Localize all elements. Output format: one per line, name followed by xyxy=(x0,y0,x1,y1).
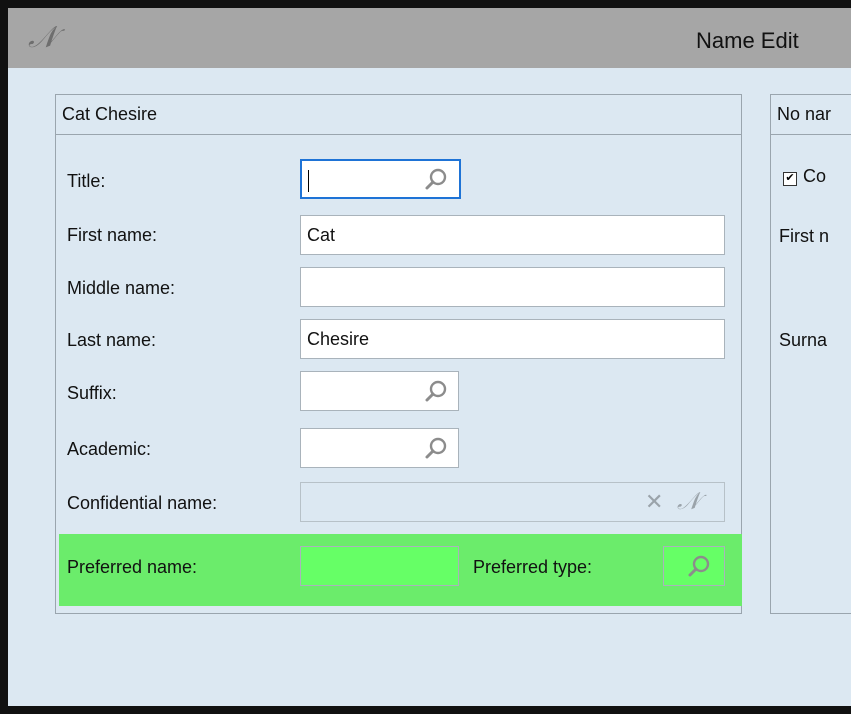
co-checkbox-label: Co xyxy=(803,166,827,186)
name-panel-header: Cat Chesire xyxy=(56,95,741,135)
last-name-value: Chesire xyxy=(307,329,370,349)
confidential-name-label: Confidential name: xyxy=(67,493,218,513)
name-lookup-icon[interactable]: 𝒩 xyxy=(677,487,700,515)
window-bottom-border xyxy=(0,706,851,714)
suffix-lookup-icon[interactable] xyxy=(423,378,449,404)
title-field[interactable] xyxy=(300,159,461,199)
window-title: Name Edit xyxy=(696,28,799,53)
academic-label: Academic: xyxy=(67,439,152,459)
suffix-field[interactable] xyxy=(300,371,459,411)
text-caret xyxy=(308,170,309,192)
co-checkbox[interactable]: ✔ xyxy=(783,172,797,186)
last-name-field[interactable]: Chesire xyxy=(300,319,725,359)
middle-name-label: Middle name: xyxy=(67,278,176,298)
last-name-label: Last name: xyxy=(67,330,157,350)
name-edit-window: 𝒩 Name Edit Cat Chesire Title: First nam… xyxy=(0,0,851,714)
second-panel-header: No nar xyxy=(771,95,851,135)
app-logo-icon: 𝒩 xyxy=(28,20,57,55)
preferred-name-field[interactable] xyxy=(300,546,459,586)
title-bar[interactable]: 𝒩 Name Edit xyxy=(8,8,851,68)
second-panel: No nar ✔ Co First n Surna xyxy=(770,94,851,614)
academic-lookup-icon[interactable] xyxy=(423,435,449,461)
first-name-label: First name: xyxy=(67,225,158,245)
name-panel-title: Cat Chesire xyxy=(62,104,158,124)
second-panel-title: No nar xyxy=(777,104,832,124)
preferred-name-label: Preferred name: xyxy=(67,557,198,577)
first-name-field[interactable]: Cat xyxy=(300,215,725,255)
title-label: Title: xyxy=(67,171,106,191)
preferred-type-field[interactable] xyxy=(663,546,725,586)
second-first-name-label: First n xyxy=(779,226,830,246)
title-lookup-icon[interactable] xyxy=(423,166,449,192)
preferred-type-label: Preferred type: xyxy=(473,557,593,577)
suffix-label: Suffix: xyxy=(67,383,117,403)
academic-field[interactable] xyxy=(300,428,459,468)
dialog-content: Cat Chesire Title: First name: Cat Middl… xyxy=(8,68,851,706)
first-name-value: Cat xyxy=(307,225,336,245)
clear-icon[interactable]: ✕ xyxy=(645,489,663,515)
middle-name-field[interactable] xyxy=(300,267,725,307)
second-surname-label: Surna xyxy=(779,330,828,350)
preferred-type-lookup-icon[interactable] xyxy=(686,553,712,579)
confidential-name-field: ✕ 𝒩 xyxy=(300,482,725,522)
